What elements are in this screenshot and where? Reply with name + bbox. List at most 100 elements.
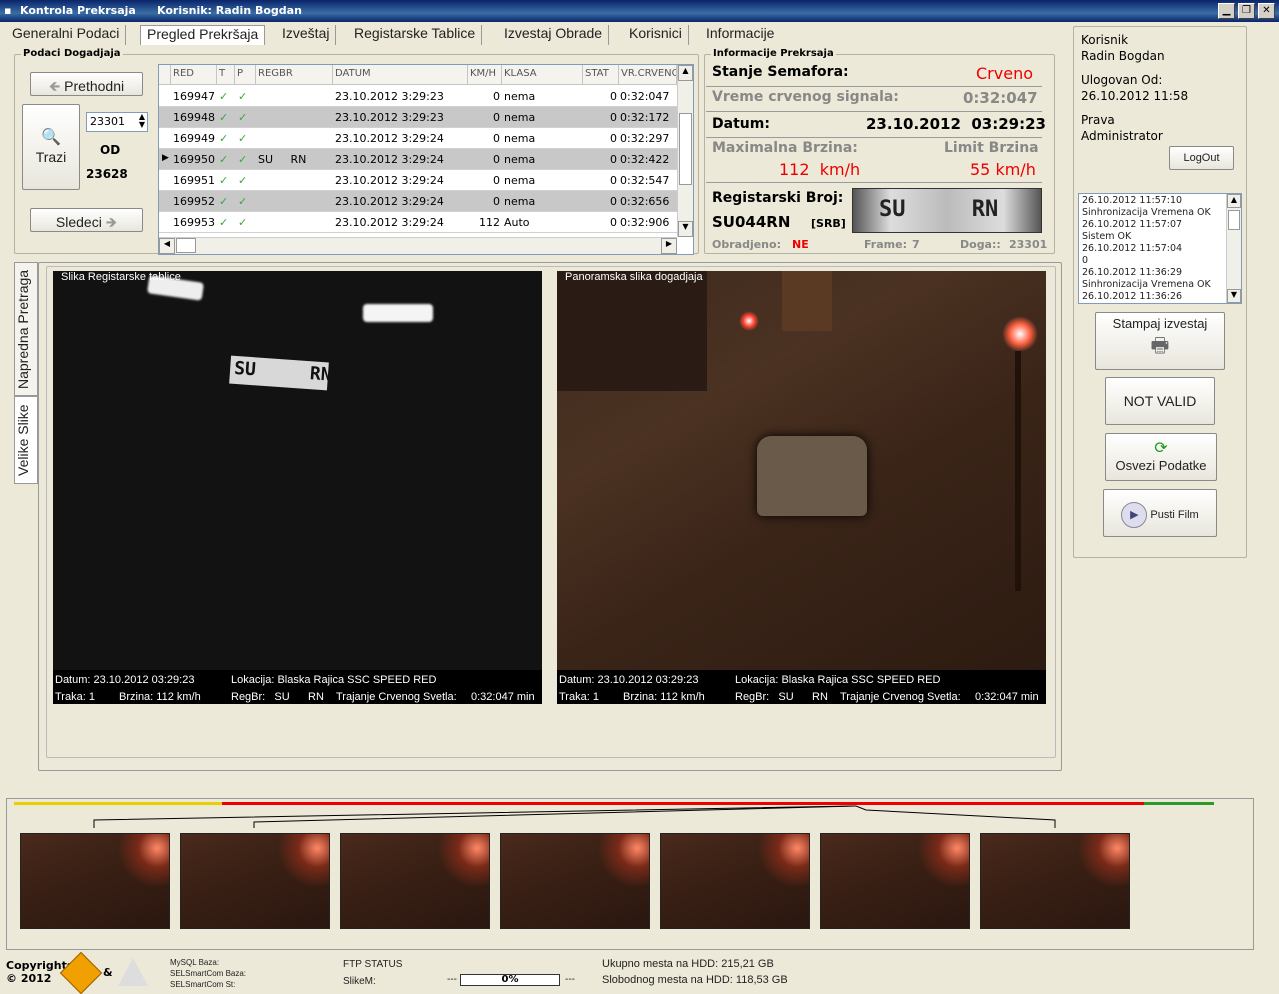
scroll-up-icon[interactable]: ▲ <box>678 65 693 81</box>
minimize-button[interactable]: ▁ <box>1218 3 1235 19</box>
next-button[interactable]: Sledeci 🡺 <box>30 208 143 232</box>
refresh-icon: ⟳ <box>1154 440 1168 457</box>
cell-stat: 0 <box>610 195 617 208</box>
user-label: Korisnik <box>1081 33 1129 47</box>
stepper-arrows-icon[interactable]: ▲ ▼ <box>139 113 145 129</box>
hscroll-thumb[interactable] <box>176 238 196 253</box>
cell-p: ✓ <box>238 216 248 229</box>
overlay-trajanje: Trajanje Crvenog Svetla: <box>840 691 961 703</box>
log-scrollbar[interactable]: ▲ ▼ <box>1226 194 1241 303</box>
tab-izvestaj-obrade[interactable]: Izvestaj Obrade <box>498 25 610 45</box>
semafor-value: Crveno <box>976 64 1033 83</box>
printer-icon: 🖶 <box>1150 335 1170 357</box>
cell-stat: 0 <box>610 111 617 124</box>
grid-header-klasa[interactable]: KLASA <box>502 65 583 85</box>
cell-klasa: nema <box>504 111 536 124</box>
table-row[interactable]: 169952 ✓ ✓ 23.10.2012 3:29:24 0 nema 0 0:32:656 <box>159 191 677 212</box>
grid-header-kmh[interactable]: KM/H <box>468 65 502 85</box>
tab-informacije[interactable]: Informacije <box>700 25 780 45</box>
grid-header-vrcrveno[interactable]: VR.CRVENO <box>619 65 677 85</box>
table-row[interactable]: 169953 ✓ ✓ 23.10.2012 3:29:24 112 Auto 0 0:32:9… <box>159 212 677 233</box>
maximize-button[interactable]: ❐ <box>1238 3 1255 19</box>
grid-header-p[interactable]: P <box>235 65 256 85</box>
scroll-down-icon[interactable]: ▼ <box>1227 289 1241 303</box>
frame-thumbnail[interactable] <box>500 833 650 929</box>
building-shape <box>557 271 707 391</box>
table-row[interactable]: 169951 ✓ ✓ 23.10.2012 3:29:24 0 nema 0 0:32:547 <box>159 170 677 191</box>
log-scroll-thumb[interactable] <box>1228 210 1240 230</box>
hdd-free: Slobodnog mesta na HDD: 118,53 GB <box>602 974 788 986</box>
cell-stat: 0 <box>610 153 617 166</box>
overlay-traka: Traka: 1 <box>55 691 95 703</box>
scroll-thumb[interactable] <box>679 113 692 185</box>
event-id-label: Doga:: <box>960 238 1001 251</box>
tab-korisnici[interactable]: Korisnici <box>623 25 689 45</box>
grid-header-stat[interactable]: STAT <box>583 65 619 85</box>
frame-thumbnail[interactable] <box>980 833 1130 929</box>
cell-red: 169952 <box>173 195 215 208</box>
log-list[interactable]: 26.10.2012 11:57:10 Sinhronizacija Vremen… <box>1078 193 1242 304</box>
info-divider <box>706 111 1042 112</box>
max-speed-label: Maximalna Brzina: <box>712 140 858 156</box>
tab-registarske-tablice[interactable]: Registarske Tablice <box>348 25 483 45</box>
plate-camera-image[interactable]: SU RN Slika Registarske tablice Datum: 2… <box>53 271 542 704</box>
grid-header-red[interactable]: RED <box>171 65 217 85</box>
tab-generalni-podaci[interactable]: Generalni Podaci <box>6 25 127 45</box>
table-row[interactable]: ▶ 169950 ✓ ✓ SU RN 23.10.2012 3:29:24 0 nema 0 0:… <box>159 149 677 170</box>
frame-thumbnail[interactable] <box>20 833 170 929</box>
ftp-progress-bar: 0% <box>460 974 560 986</box>
glare-spot <box>363 304 433 322</box>
scroll-up-icon[interactable]: ▲ <box>1227 194 1241 208</box>
logout-button[interactable]: LogOut <box>1169 146 1234 170</box>
mysql-status: MySQL Baza: <box>170 958 220 967</box>
frame-thumbnail[interactable] <box>180 833 330 929</box>
table-row[interactable]: 169949 ✓ ✓ 23.10.2012 3:29:24 0 nema 0 0:32:297 <box>159 128 677 149</box>
user-name: Radin Bogdan <box>1081 49 1165 63</box>
close-button[interactable]: ✕ <box>1258 3 1275 19</box>
search-button[interactable]: 🔍 Trazi <box>22 104 80 190</box>
frame-thumbnail[interactable] <box>660 833 810 929</box>
cell-red: 169950 <box>173 153 215 166</box>
scroll-right-icon[interactable]: ▶ <box>661 238 677 254</box>
event-number-input[interactable]: 23301 ▲ ▼ <box>86 112 148 132</box>
progress-dash: --- <box>447 974 457 985</box>
panorama-camera-image[interactable]: Panoramska slika dogadjaja Datum: 23.10.… <box>557 271 1046 704</box>
log-entry: 26.10.2012 11:57:04 <box>1082 243 1183 254</box>
prev-button[interactable]: 🡸 Prethodni <box>30 72 143 96</box>
table-row[interactable]: 169948 ✓ ✓ 23.10.2012 3:29:23 0 nema 0 0:32:172 <box>159 107 677 128</box>
tab-pregled-prekrsaja[interactable]: Pregled Prekršaja <box>140 25 266 45</box>
scroll-left-icon[interactable]: ◀ <box>159 238 175 254</box>
selsmartcom-db-status: SELSmartCom Baza: <box>170 969 247 978</box>
grid-header-datum[interactable]: DATUM <box>333 65 468 85</box>
scroll-down-icon[interactable]: ▼ <box>678 221 693 237</box>
cell-vr: 0:32:906 <box>620 216 670 229</box>
limit-speed-value: 55 km/h <box>970 160 1036 179</box>
events-grid[interactable]: RED T P REGBR DATUM KM/H KLASA STAT VR.C… <box>158 64 694 255</box>
search-icon: 🔍 <box>41 129 61 146</box>
tab-velike-slike[interactable]: Velike Slike <box>14 396 38 484</box>
tab-izvestaj[interactable]: Izveštaj <box>276 25 337 45</box>
print-report-button[interactable]: Stampaj izvestaj 🖶 <box>1095 312 1225 370</box>
horizontal-scrollbar[interactable]: ◀ ▶ <box>159 237 677 254</box>
cell-stat: 0 <box>610 132 617 145</box>
license-plate: SU RN <box>229 355 332 391</box>
vertical-scrollbar[interactable]: ▲ ▼ <box>677 65 693 237</box>
frame-thumbnail[interactable] <box>340 833 490 929</box>
cell-klasa: nema <box>504 132 536 145</box>
frame-thumbnail[interactable] <box>820 833 970 929</box>
cell-t: ✓ <box>219 174 229 187</box>
table-row[interactable]: 169947 ✓ ✓ 23.10.2012 3:29:23 0 nema 0 0:32:047 <box>159 86 677 107</box>
play-movie-button[interactable]: ▶ Pusti Film <box>1103 489 1217 537</box>
refresh-data-button[interactable]: ⟳ Osvezi Podatke <box>1105 433 1217 481</box>
cell-p: ✓ <box>238 153 248 166</box>
tab-napredna-pretraga[interactable]: Napredna Pretraga <box>14 262 38 396</box>
image-title: Slika Registarske tablice <box>61 271 181 283</box>
total-count: 23628 <box>86 167 128 181</box>
cell-datum: 23.10.2012 3:29:23 <box>335 90 444 103</box>
cell-datum: 23.10.2012 3:29:24 <box>335 195 444 208</box>
grid-header-t[interactable]: T <box>217 65 235 85</box>
overlay-regbr: RegBr: SU RN <box>231 691 324 703</box>
grid-header-regbr[interactable]: REGBR <box>256 65 333 85</box>
not-valid-button[interactable]: NOT VALID <box>1105 377 1215 425</box>
overlay-datum: Datum: 23.10.2012 03:29:23 <box>55 674 195 686</box>
